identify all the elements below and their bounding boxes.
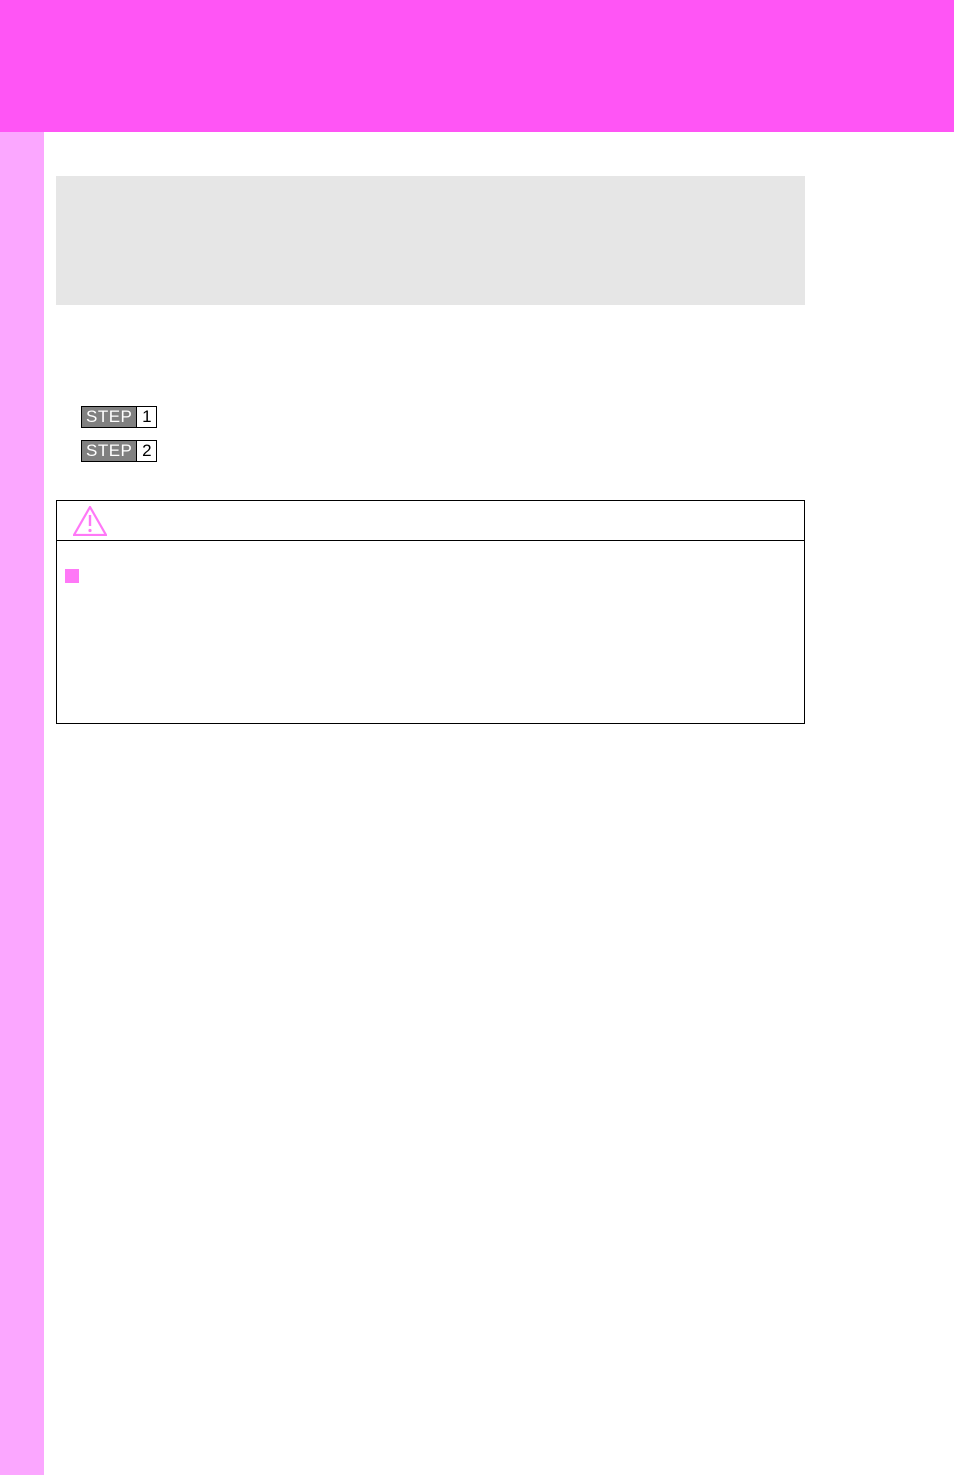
page: STEP 1 STEP 2	[0, 0, 954, 1475]
warning-box	[56, 500, 805, 724]
content-area: STEP 1 STEP 2	[44, 132, 954, 1475]
warning-header	[57, 501, 804, 541]
warning-triangle-icon	[73, 506, 107, 536]
steps-list: STEP 1 STEP 2	[81, 406, 157, 474]
gray-info-box	[56, 176, 805, 305]
step-badge-1: STEP 1	[81, 406, 157, 428]
warning-body	[57, 541, 804, 723]
step-badge-2: STEP 2	[81, 440, 157, 462]
step-number: 1	[136, 407, 156, 427]
bullet-square-icon	[65, 569, 79, 583]
sidebar-band	[0, 132, 44, 1475]
step-label: STEP	[82, 441, 136, 461]
step-label: STEP	[82, 407, 136, 427]
step-number: 2	[136, 441, 156, 461]
header-band	[0, 0, 954, 132]
